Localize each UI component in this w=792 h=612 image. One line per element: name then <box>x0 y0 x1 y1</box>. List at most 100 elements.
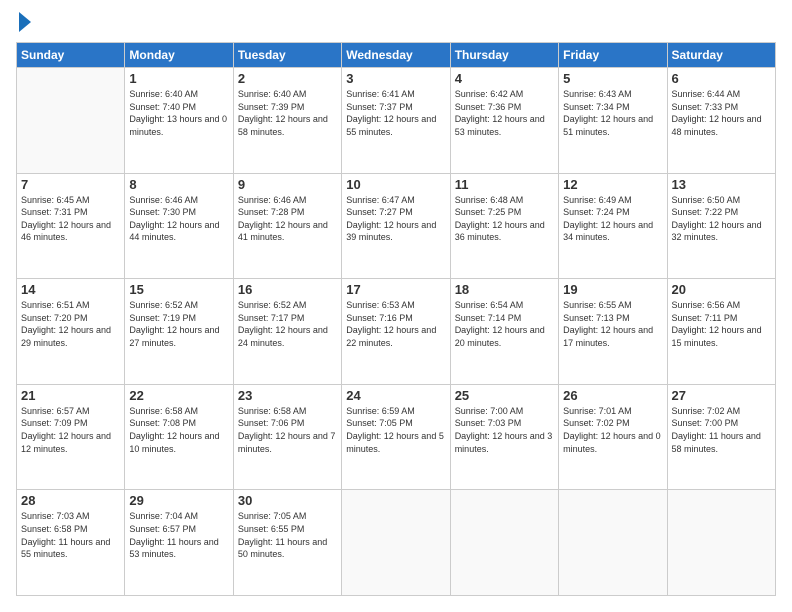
day-info: Sunrise: 6:47 AMSunset: 7:27 PMDaylight:… <box>346 194 445 244</box>
day-info: Sunrise: 6:59 AMSunset: 7:05 PMDaylight:… <box>346 405 445 455</box>
day-info: Sunrise: 6:56 AMSunset: 7:11 PMDaylight:… <box>672 299 771 349</box>
day-number: 5 <box>563 71 662 86</box>
header <box>16 16 776 32</box>
day-info: Sunrise: 6:42 AMSunset: 7:36 PMDaylight:… <box>455 88 554 138</box>
day-cell: 18 Sunrise: 6:54 AMSunset: 7:14 PMDayligh… <box>450 279 558 385</box>
day-cell: 27 Sunrise: 7:02 AMSunset: 7:00 PMDayligh… <box>667 384 775 490</box>
day-info: Sunrise: 7:02 AMSunset: 7:00 PMDaylight:… <box>672 405 771 455</box>
day-number: 19 <box>563 282 662 297</box>
weekday-header-wednesday: Wednesday <box>342 43 450 68</box>
day-info: Sunrise: 6:46 AMSunset: 7:28 PMDaylight:… <box>238 194 337 244</box>
day-number: 3 <box>346 71 445 86</box>
day-cell: 17 Sunrise: 6:53 AMSunset: 7:16 PMDayligh… <box>342 279 450 385</box>
day-info: Sunrise: 6:43 AMSunset: 7:34 PMDaylight:… <box>563 88 662 138</box>
day-info: Sunrise: 6:53 AMSunset: 7:16 PMDaylight:… <box>346 299 445 349</box>
day-number: 18 <box>455 282 554 297</box>
day-cell: 6 Sunrise: 6:44 AMSunset: 7:33 PMDaylight… <box>667 68 775 174</box>
day-cell: 24Sunrise: 6:59 AMSunset: 7:05 PMDayligh… <box>342 384 450 490</box>
day-cell: 26 Sunrise: 7:01 AMSunset: 7:02 PMDayligh… <box>559 384 667 490</box>
day-info: Sunrise: 6:51 AMSunset: 7:20 PMDaylight:… <box>21 299 120 349</box>
day-cell <box>667 490 775 596</box>
weekday-header-thursday: Thursday <box>450 43 558 68</box>
day-cell: 29 Sunrise: 7:04 AMSunset: 6:57 PMDayligh… <box>125 490 233 596</box>
week-row-5: 28 Sunrise: 7:03 AMSunset: 6:58 PMDayligh… <box>17 490 776 596</box>
day-number: 14 <box>21 282 120 297</box>
weekday-header-friday: Friday <box>559 43 667 68</box>
day-cell: 4 Sunrise: 6:42 AMSunset: 7:36 PMDaylight… <box>450 68 558 174</box>
logo <box>16 16 31 32</box>
day-info: Sunrise: 6:49 AMSunset: 7:24 PMDaylight:… <box>563 194 662 244</box>
day-cell: 23 Sunrise: 6:58 AMSunset: 7:06 PMDayligh… <box>233 384 341 490</box>
week-row-2: 7 Sunrise: 6:45 AMSunset: 7:31 PMDaylight… <box>17 173 776 279</box>
day-number: 12 <box>563 177 662 192</box>
day-cell <box>342 490 450 596</box>
day-cell: 22 Sunrise: 6:58 AMSunset: 7:08 PMDayligh… <box>125 384 233 490</box>
calendar-table: SundayMondayTuesdayWednesdayThursdayFrid… <box>16 42 776 596</box>
day-number: 27 <box>672 388 771 403</box>
day-info: Sunrise: 6:40 AMSunset: 7:39 PMDaylight:… <box>238 88 337 138</box>
day-number: 6 <box>672 71 771 86</box>
day-cell: 30Sunrise: 7:05 AMSunset: 6:55 PMDayligh… <box>233 490 341 596</box>
day-info: Sunrise: 6:54 AMSunset: 7:14 PMDaylight:… <box>455 299 554 349</box>
day-info: Sunrise: 6:50 AMSunset: 7:22 PMDaylight:… <box>672 194 771 244</box>
day-cell: 21 Sunrise: 6:57 AMSunset: 7:09 PMDayligh… <box>17 384 125 490</box>
day-info: Sunrise: 6:58 AMSunset: 7:06 PMDaylight:… <box>238 405 337 455</box>
day-cell <box>559 490 667 596</box>
day-info: Sunrise: 7:01 AMSunset: 7:02 PMDaylight:… <box>563 405 662 455</box>
day-info: Sunrise: 6:45 AMSunset: 7:31 PMDaylight:… <box>21 194 120 244</box>
day-number: 9 <box>238 177 337 192</box>
logo-arrow-icon <box>19 12 31 32</box>
weekday-header-sunday: Sunday <box>17 43 125 68</box>
day-cell: 15Sunrise: 6:52 AMSunset: 7:19 PMDayligh… <box>125 279 233 385</box>
day-cell: 5 Sunrise: 6:43 AMSunset: 7:34 PMDaylight… <box>559 68 667 174</box>
day-info: Sunrise: 6:48 AMSunset: 7:25 PMDaylight:… <box>455 194 554 244</box>
day-cell: 2 Sunrise: 6:40 AMSunset: 7:39 PMDaylight… <box>233 68 341 174</box>
day-number: 22 <box>129 388 228 403</box>
day-cell: 16Sunrise: 6:52 AMSunset: 7:17 PMDayligh… <box>233 279 341 385</box>
logo-content <box>16 16 31 32</box>
day-info: Sunrise: 7:03 AMSunset: 6:58 PMDaylight:… <box>21 510 120 560</box>
day-cell: 1Sunrise: 6:40 AMSunset: 7:40 PMDaylight… <box>125 68 233 174</box>
day-cell: 25 Sunrise: 7:00 AMSunset: 7:03 PMDayligh… <box>450 384 558 490</box>
day-number: 4 <box>455 71 554 86</box>
day-number: 1 <box>129 71 228 86</box>
day-cell: 19 Sunrise: 6:55 AMSunset: 7:13 PMDayligh… <box>559 279 667 385</box>
day-number: 29 <box>129 493 228 508</box>
week-row-4: 21 Sunrise: 6:57 AMSunset: 7:09 PMDayligh… <box>17 384 776 490</box>
week-row-3: 14 Sunrise: 6:51 AMSunset: 7:20 PMDayligh… <box>17 279 776 385</box>
day-info: Sunrise: 7:00 AMSunset: 7:03 PMDaylight:… <box>455 405 554 455</box>
day-info: Sunrise: 6:52 AMSunset: 7:17 PMDaylight:… <box>238 299 337 349</box>
day-cell: 13 Sunrise: 6:50 AMSunset: 7:22 PMDayligh… <box>667 173 775 279</box>
day-info: Sunrise: 6:57 AMSunset: 7:09 PMDaylight:… <box>21 405 120 455</box>
day-cell <box>450 490 558 596</box>
day-number: 13 <box>672 177 771 192</box>
day-cell: 14 Sunrise: 6:51 AMSunset: 7:20 PMDayligh… <box>17 279 125 385</box>
day-number: 8 <box>129 177 228 192</box>
day-number: 21 <box>21 388 120 403</box>
day-number: 10 <box>346 177 445 192</box>
weekday-header-tuesday: Tuesday <box>233 43 341 68</box>
day-cell: 12 Sunrise: 6:49 AMSunset: 7:24 PMDayligh… <box>559 173 667 279</box>
day-cell: 8Sunrise: 6:46 AMSunset: 7:30 PMDaylight… <box>125 173 233 279</box>
day-number: 2 <box>238 71 337 86</box>
weekday-header-saturday: Saturday <box>667 43 775 68</box>
day-info: Sunrise: 7:05 AMSunset: 6:55 PMDaylight:… <box>238 510 337 560</box>
day-info: Sunrise: 6:41 AMSunset: 7:37 PMDaylight:… <box>346 88 445 138</box>
day-number: 11 <box>455 177 554 192</box>
day-cell: 7 Sunrise: 6:45 AMSunset: 7:31 PMDaylight… <box>17 173 125 279</box>
day-info: Sunrise: 6:44 AMSunset: 7:33 PMDaylight:… <box>672 88 771 138</box>
week-row-1: 1Sunrise: 6:40 AMSunset: 7:40 PMDaylight… <box>17 68 776 174</box>
day-number: 28 <box>21 493 120 508</box>
day-number: 15 <box>129 282 228 297</box>
day-info: Sunrise: 6:58 AMSunset: 7:08 PMDaylight:… <box>129 405 228 455</box>
day-info: Sunrise: 6:55 AMSunset: 7:13 PMDaylight:… <box>563 299 662 349</box>
weekday-header-row: SundayMondayTuesdayWednesdayThursdayFrid… <box>17 43 776 68</box>
day-number: 23 <box>238 388 337 403</box>
day-number: 7 <box>21 177 120 192</box>
day-number: 25 <box>455 388 554 403</box>
day-info: Sunrise: 7:04 AMSunset: 6:57 PMDaylight:… <box>129 510 228 560</box>
day-number: 17 <box>346 282 445 297</box>
day-cell: 3 Sunrise: 6:41 AMSunset: 7:37 PMDaylight… <box>342 68 450 174</box>
day-cell: 9 Sunrise: 6:46 AMSunset: 7:28 PMDaylight… <box>233 173 341 279</box>
day-number: 26 <box>563 388 662 403</box>
